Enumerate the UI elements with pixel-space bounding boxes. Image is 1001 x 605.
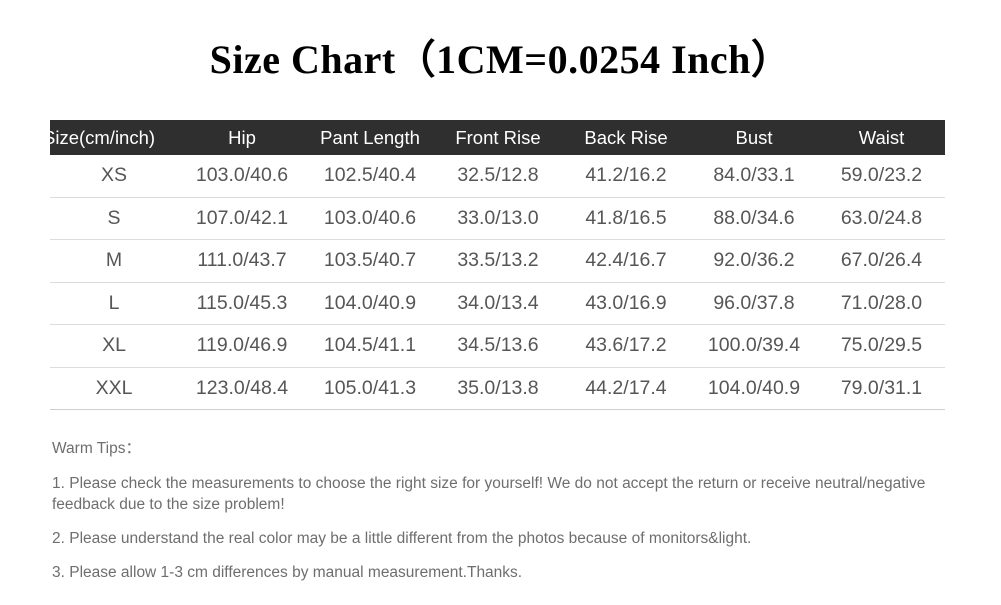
column-header-waist: Waist	[858, 126, 905, 148]
table-row: S 107.0/42.1 103.0/40.6 33.0/13.0 41.8/1…	[50, 197, 945, 240]
warm-tip-item: 1. Please check the measurements to choo…	[52, 475, 926, 513]
cell-size: XL	[50, 324, 178, 368]
cell-waist: 75.0/29.5	[818, 324, 945, 368]
cell-back-rise: 43.6/17.2	[562, 324, 690, 368]
size-chart-table: Size(cm/inch) Hip Pant Length Front Rise…	[50, 120, 945, 410]
cell-hip: 107.0/42.1	[178, 197, 306, 240]
cell-waist: 67.0/26.4	[818, 239, 945, 283]
cell-size: XXL	[50, 367, 178, 410]
table-row: XXL 123.0/48.4 105.0/41.3 35.0/13.8 44.2…	[50, 367, 945, 410]
cell-bust: 92.0/36.2	[690, 239, 818, 283]
table-header-row: Size(cm/inch) Hip Pant Length Front Rise…	[50, 120, 945, 155]
cell-bust: 104.0/40.9	[690, 367, 818, 410]
cell-bust: 100.0/39.4	[690, 324, 818, 368]
column-header-pant-length: Pant Length	[320, 126, 420, 148]
cell-pant-length: 103.5/40.7	[306, 239, 434, 283]
warm-tip-item: 2. Please understand the real color may …	[52, 530, 752, 547]
cell-front-rise: 34.0/13.4	[434, 282, 562, 325]
cell-waist: 71.0/28.0	[818, 282, 945, 325]
cell-hip: 111.0/43.7	[178, 239, 306, 283]
cell-front-rise: 34.5/13.6	[434, 324, 562, 368]
warm-tips-heading: Warm Tips：	[52, 440, 141, 457]
cell-pant-length: 102.5/40.4	[306, 155, 434, 198]
cell-front-rise: 35.0/13.8	[434, 367, 562, 410]
cell-bust: 84.0/33.1	[690, 155, 818, 198]
cell-hip: 103.0/40.6	[178, 155, 306, 198]
cell-size: L	[50, 282, 178, 325]
cell-pant-length: 104.5/41.1	[306, 324, 434, 368]
cell-front-rise: 33.0/13.0	[434, 197, 562, 240]
cell-front-rise: 32.5/12.8	[434, 155, 562, 198]
table-row: L 115.0/45.3 104.0/40.9 34.0/13.4 43.0/1…	[50, 282, 945, 325]
table-row: XS 103.0/40.6 102.5/40.4 32.5/12.8 41.2/…	[50, 155, 945, 198]
cell-pant-length: 104.0/40.9	[306, 282, 434, 325]
cell-pant-length: 103.0/40.6	[306, 197, 434, 240]
cell-bust: 96.0/37.8	[690, 282, 818, 325]
cell-waist: 59.0/23.2	[818, 155, 945, 198]
cell-size: XS	[50, 155, 178, 198]
cell-hip: 119.0/46.9	[178, 324, 306, 368]
column-header-front-rise: Front Rise	[455, 126, 541, 148]
cell-back-rise: 41.8/16.5	[562, 197, 690, 240]
cell-back-rise: 41.2/16.2	[562, 155, 690, 198]
column-header-hip: Hip	[228, 126, 256, 148]
cell-hip: 123.0/48.4	[178, 367, 306, 410]
cell-hip: 115.0/45.3	[178, 282, 306, 325]
cell-back-rise: 44.2/17.4	[562, 367, 690, 410]
warm-tip-item: 3. Please allow 1-3 cm differences by ma…	[52, 564, 523, 581]
column-header-size: Size(cm/inch)	[50, 126, 156, 148]
table-row: XL 119.0/46.9 104.5/41.1 34.5/13.6 43.6/…	[50, 324, 945, 368]
cell-front-rise: 33.5/13.2	[434, 239, 562, 283]
cell-back-rise: 42.4/16.7	[562, 239, 690, 283]
cell-size: S	[50, 197, 178, 240]
cell-pant-length: 105.0/41.3	[306, 367, 434, 410]
page-title: Size Chart（1CM=0.0254 Inch）	[209, 37, 792, 82]
cell-waist: 79.0/31.1	[818, 367, 945, 410]
table-row: M 111.0/43.7 103.5/40.7 33.5/13.2 42.4/1…	[50, 239, 945, 283]
cell-bust: 88.0/34.6	[690, 197, 818, 240]
warm-tips-section: Warm Tips： 1. Please check the measureme…	[52, 438, 957, 583]
cell-size: M	[50, 239, 178, 283]
cell-back-rise: 43.0/16.9	[562, 282, 690, 325]
cell-waist: 63.0/24.8	[818, 197, 945, 240]
column-header-bust: Bust	[735, 126, 773, 148]
column-header-back-rise: Back Rise	[584, 126, 668, 148]
